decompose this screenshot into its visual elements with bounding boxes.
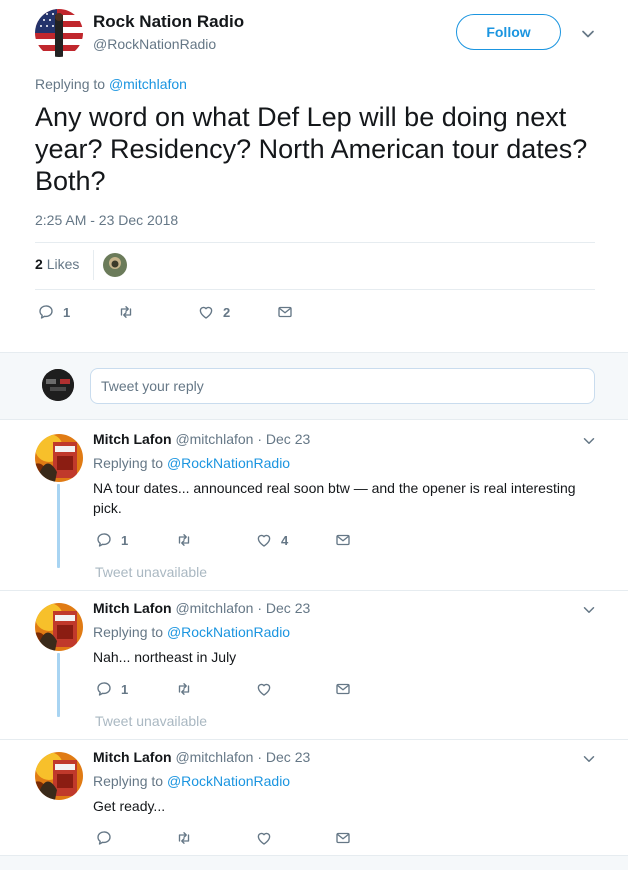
reply-input[interactable] (90, 368, 595, 404)
likes-count: 2 (35, 256, 43, 272)
reply-bar (0, 352, 628, 420)
heart-icon (255, 531, 273, 549)
tweet-unavailable: Tweet unavailable (95, 713, 208, 729)
reply-avatar[interactable] (35, 752, 83, 800)
divider (35, 242, 595, 243)
reply-icon (95, 680, 113, 698)
divider (0, 855, 628, 870)
message-action[interactable] (334, 531, 352, 549)
reply-icon (95, 829, 113, 847)
like-action[interactable]: 4 (255, 531, 288, 549)
message-icon (334, 680, 352, 698)
like-action[interactable]: 2 (197, 303, 230, 321)
like-action[interactable] (255, 829, 273, 847)
reply-count: 1 (121, 532, 129, 548)
follow-button[interactable]: Follow (456, 14, 561, 50)
divider (93, 250, 94, 280)
heart-icon (197, 303, 215, 321)
author-handle[interactable]: @RockNationRadio (93, 36, 216, 52)
author-avatar[interactable] (35, 9, 83, 57)
retweet-icon (175, 680, 193, 698)
divider (0, 590, 628, 591)
message-icon (276, 303, 294, 321)
replying-prefix: Replying to (93, 455, 164, 471)
reply-author[interactable]: Mitch Lafon @mitchlafon · Dec 23 (93, 600, 310, 616)
retweet-action[interactable] (175, 829, 193, 847)
reply-action[interactable] (95, 829, 113, 847)
thread-line (57, 484, 60, 568)
replying-to: Replying to @RockNationRadio (93, 624, 290, 640)
reply-text: Nah... northeast in July (93, 649, 237, 665)
message-action[interactable] (334, 829, 352, 847)
like-count: 4 (281, 532, 289, 548)
replying-to-link[interactable]: @mitchlafon (109, 76, 187, 92)
likes-summary[interactable]: 2 Likes (35, 256, 79, 272)
reply-date[interactable]: · Dec 23 (257, 431, 310, 447)
reply-author-handle[interactable]: @mitchlafon (175, 431, 253, 447)
reply-author-handle[interactable]: @mitchlafon (175, 749, 253, 765)
reply-action[interactable]: 1 (95, 531, 128, 549)
likes-label: Likes (46, 256, 80, 272)
replying-to-link[interactable]: @RockNationRadio (167, 624, 290, 640)
retweet-icon (175, 829, 193, 847)
replying-to: Replying to @RockNationRadio (93, 455, 290, 471)
message-action[interactable] (334, 680, 352, 698)
retweet-icon (175, 531, 193, 549)
tweet-text: Any word on what Def Lep will be doing n… (35, 102, 588, 196)
reply-avatar[interactable] (35, 603, 83, 651)
replying-prefix: Replying to (35, 76, 106, 92)
retweet-action[interactable] (175, 680, 193, 698)
chevron-down-icon[interactable] (580, 601, 598, 619)
chevron-down-icon[interactable] (580, 750, 598, 768)
heart-icon (255, 680, 273, 698)
reply-avatar[interactable] (35, 434, 83, 482)
message-icon (334, 531, 352, 549)
thread-line (57, 653, 60, 717)
reply-author-name[interactable]: Mitch Lafon (93, 600, 172, 616)
reply-text: NA tour dates... announced real soon btw… (93, 480, 576, 516)
reply-author[interactable]: Mitch Lafon @mitchlafon · Dec 23 (93, 749, 310, 765)
author-name[interactable]: Rock Nation Radio (93, 12, 244, 32)
like-count: 2 (223, 304, 231, 320)
reply-text: Get ready... (93, 798, 166, 814)
message-icon (334, 829, 352, 847)
message-action[interactable] (276, 303, 294, 321)
reply-date[interactable]: · Dec 23 (257, 600, 310, 616)
tweet-unavailable: Tweet unavailable (95, 564, 208, 580)
liker-avatar[interactable] (103, 253, 127, 277)
replying-to-link[interactable]: @RockNationRadio (167, 455, 290, 471)
reply-count: 1 (121, 681, 129, 697)
chevron-down-icon[interactable] (578, 24, 598, 44)
replying-prefix: Replying to (93, 773, 164, 789)
replying-to: Replying to @mitchlafon (35, 76, 187, 92)
retweet-action[interactable] (175, 531, 193, 549)
replying-to: Replying to @RockNationRadio (93, 773, 290, 789)
reply-icon (37, 303, 55, 321)
reply-author[interactable]: Mitch Lafon @mitchlafon · Dec 23 (93, 431, 310, 447)
heart-icon (255, 829, 273, 847)
reply-author-name[interactable]: Mitch Lafon (93, 431, 172, 447)
retweet-icon (117, 303, 135, 321)
divider (35, 289, 595, 290)
user-avatar[interactable] (42, 369, 74, 401)
reply-action[interactable]: 1 (37, 303, 70, 321)
reply-action[interactable]: 1 (95, 680, 128, 698)
replying-prefix: Replying to (93, 624, 164, 640)
reply-date[interactable]: · Dec 23 (257, 749, 310, 765)
reply-author-handle[interactable]: @mitchlafon (175, 600, 253, 616)
divider (0, 739, 628, 740)
reply-count: 1 (63, 304, 71, 320)
replying-to-link[interactable]: @RockNationRadio (167, 773, 290, 789)
retweet-action[interactable] (117, 303, 143, 321)
reply-author-name[interactable]: Mitch Lafon (93, 749, 172, 765)
like-action[interactable] (255, 680, 281, 698)
reply-icon (95, 531, 113, 549)
tweet-timestamp[interactable]: 2:25 AM - 23 Dec 2018 (35, 212, 178, 228)
chevron-down-icon[interactable] (580, 432, 598, 450)
